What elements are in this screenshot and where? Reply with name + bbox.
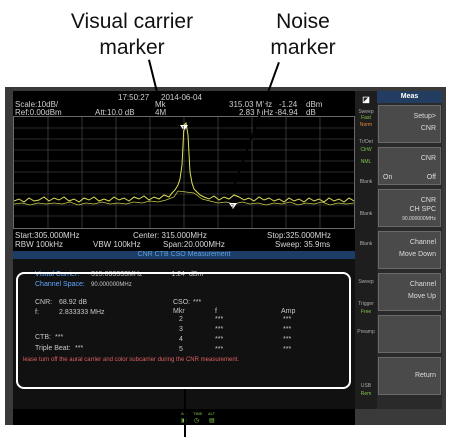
header-date: 2014-06-04 xyxy=(161,93,202,102)
noise-callout-line1: Noise xyxy=(276,10,330,33)
sweep-status-label: Sweep xyxy=(358,279,374,285)
softkey-on-option: On xyxy=(383,174,393,181)
usb-label: USB xyxy=(360,383,372,389)
channel-move-up-softkey[interactable]: Channel Move Up xyxy=(378,273,441,311)
noise-marker-callout: Noise marker xyxy=(243,9,363,61)
remote-status: Rem xyxy=(360,391,372,397)
softkey-sublabel: Move Down xyxy=(399,251,436,258)
measurement-pointer-line xyxy=(184,389,186,437)
visual-carrier-callout-line2: marker xyxy=(99,36,165,59)
center-frequency: Center: 315.000MHz xyxy=(133,231,207,240)
softkey-label: CNR xyxy=(420,155,436,162)
return-softkey[interactable]: Return xyxy=(378,357,441,395)
softkey-sublabel: Move Up xyxy=(407,293,436,300)
visual-carrier-callout-line1: Visual carrier xyxy=(70,10,194,33)
softkey-menu: Meas Setup> CNR CNR On Off CNR CH SPC 90… xyxy=(377,91,442,409)
sweep-fast-status: Fast xyxy=(361,115,371,121)
visual-carrier-callout: Visual carrier marker xyxy=(52,9,212,61)
alt-status: ALT xyxy=(208,411,216,416)
stop-frequency: Stop:325.000MHz xyxy=(267,231,332,240)
vbw-readout: VBW 100kHz xyxy=(93,240,141,249)
time-status: TIME xyxy=(193,411,203,416)
trace-nml-status: NML xyxy=(360,159,372,165)
cnr-channel-space-softkey[interactable]: CNR CH SPC 90.000000MHz xyxy=(378,189,441,227)
softkey-sublabel: CH SPC xyxy=(409,206,436,213)
sweep-time-readout: Sweep: 35.9ms xyxy=(275,240,331,249)
cnr-on-off-softkey[interactable]: CNR On Off xyxy=(378,147,441,185)
softkey-label: Setup> xyxy=(413,113,436,120)
clock-icon: ◷ xyxy=(194,418,200,424)
spectrum-graticule: 1 2 xyxy=(13,116,355,229)
softkey-off-option: Off xyxy=(426,174,436,181)
channel-space-value: 90.000000MHz xyxy=(402,216,436,222)
noise-marker: 2 xyxy=(229,203,237,210)
trigger-label: Trigger xyxy=(358,301,374,307)
measurement-highlight-box xyxy=(16,272,351,389)
sweep-norm-status: Norm xyxy=(359,122,373,128)
softkey-label: CNR xyxy=(420,197,436,204)
rbw-readout: RBW 100kHz xyxy=(15,240,64,249)
measurement-title: CNR CTB CSO Measurement xyxy=(13,251,355,259)
trace-clrw-status: ClrW xyxy=(360,147,372,153)
trace-blank-status: Blank xyxy=(359,179,373,185)
menu-title: Meas xyxy=(377,91,442,103)
softkey-label: Channel xyxy=(409,281,436,288)
softkey-label: Channel xyxy=(409,239,436,246)
trigger-free-status: Free xyxy=(360,309,372,315)
svg-text:2: 2 xyxy=(231,204,234,210)
gw-logo-icon: ◪ xyxy=(362,95,370,104)
setup-cnr-softkey[interactable]: Setup> CNR xyxy=(378,105,441,143)
alt-icon: ▤ xyxy=(209,418,215,424)
svg-text:1: 1 xyxy=(182,126,185,132)
preamp-label: Preamp xyxy=(357,329,375,335)
softkey-label: Return xyxy=(414,372,436,379)
trace-blank-status: Blank xyxy=(359,241,373,247)
side-status-column: ◪ Sweep Fast Norm Tr/Det ClrW NML Blank … xyxy=(355,91,377,409)
trace-blank-status: Blank xyxy=(359,211,373,217)
spectrum-trace-svg: 1 2 xyxy=(14,117,354,228)
softkey-sublabel: CNR xyxy=(420,125,436,132)
start-frequency: Start:305.000MHz xyxy=(15,231,80,240)
noise-callout-line2: marker xyxy=(270,36,336,59)
span-readout: Span:20.000MHz xyxy=(163,240,225,249)
header-time: 17:50:27 xyxy=(118,93,150,102)
trace-detector-label: Tr/Det xyxy=(359,139,373,145)
channel-move-down-softkey[interactable]: Channel Move Down xyxy=(378,231,441,269)
empty-softkey[interactable] xyxy=(378,315,441,353)
